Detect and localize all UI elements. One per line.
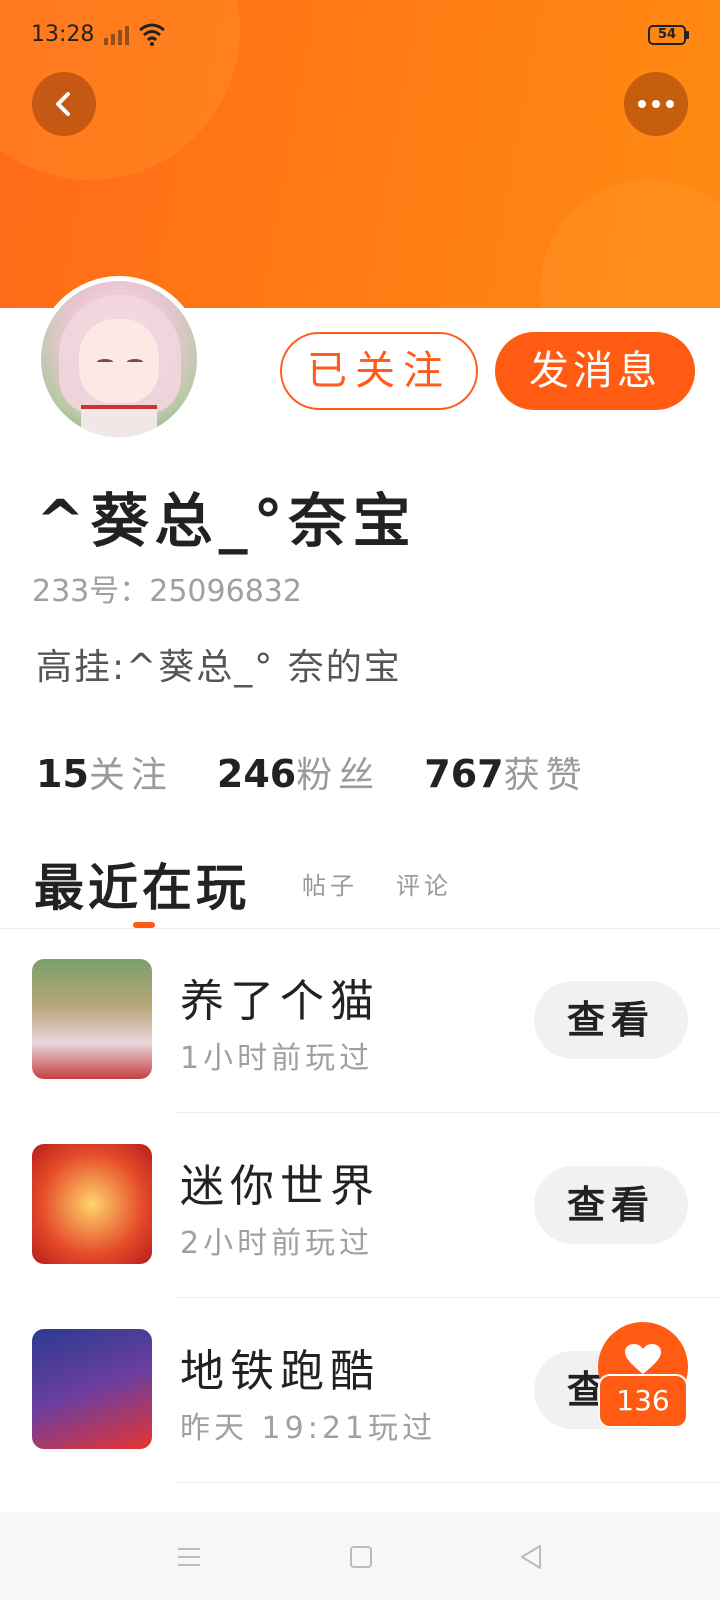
game-last-played: 昨天 19:21玩过 [180, 1411, 436, 1446]
back-button[interactable] [32, 72, 96, 136]
stat-label: 获赞 [503, 755, 588, 796]
stat-value: 15 [36, 752, 89, 796]
back-triangle-icon[interactable] [516, 1542, 546, 1572]
game-title: 迷你世界 [180, 1161, 380, 1212]
status-time: 13:28 [31, 22, 95, 47]
more-options-button[interactable] [624, 72, 688, 136]
list-item[interactable]: 养了个猫 1小时前玩过 查看 [0, 929, 720, 1113]
avatar-collar [81, 405, 157, 437]
home-square-icon[interactable] [346, 1542, 376, 1572]
game-title: 地铁跑酷 [180, 1346, 380, 1397]
following-button[interactable]: 已关注 [280, 332, 478, 410]
stat-following[interactable]: 15关注 [36, 746, 173, 798]
game-mini-world-icon [32, 1144, 152, 1264]
more-dots-icon [638, 100, 674, 108]
avatar[interactable] [36, 276, 202, 442]
user-name: ^葵总_°奈宝 [36, 487, 417, 555]
stat-label: 粉丝 [296, 755, 381, 796]
user-id: 233号：25096832 [32, 574, 302, 609]
tab-recently-played[interactable]: 最近在玩 [34, 848, 250, 920]
chevron-left-icon [56, 92, 70, 116]
list-item[interactable]: 迷你世界 2小时前玩过 查看 [0, 1114, 720, 1298]
divider [176, 1112, 720, 1113]
wifi-icon [139, 23, 165, 46]
header-decoration [540, 180, 720, 308]
game-last-played: 1小时前玩过 [180, 1041, 374, 1076]
game-cat-icon [32, 959, 152, 1079]
stat-value: 246 [216, 752, 297, 796]
system-navigation-bar [0, 1512, 720, 1600]
stat-label: 关注 [88, 755, 173, 796]
stat-likes[interactable]: 767获赞 [424, 746, 587, 798]
like-count-badge[interactable]: 136 [598, 1374, 688, 1428]
status-bar: 13:28 54 [0, 0, 720, 72]
send-message-button[interactable]: 发消息 [495, 332, 695, 410]
battery-icon: 54 [648, 25, 690, 45]
avatar-eye [127, 359, 143, 365]
stat-value: 767 [424, 752, 504, 796]
profile-stats: 15关注 246粉丝 767获赞 [36, 746, 588, 798]
stat-followers[interactable]: 246粉丝 [217, 746, 380, 798]
avatar-image [41, 281, 197, 437]
user-bio: 高挂:^葵总_° 奈的宝 [36, 647, 402, 688]
view-button[interactable]: 查看 [534, 981, 688, 1059]
battery-level: 54 [657, 27, 677, 42]
divider [176, 1482, 720, 1483]
game-subway-icon [32, 1329, 152, 1449]
menu-icon[interactable] [174, 1542, 204, 1572]
heart-icon [625, 1344, 661, 1374]
game-last-played: 2小时前玩过 [180, 1226, 374, 1261]
view-button[interactable]: 查看 [534, 1166, 688, 1244]
avatar-eye [97, 359, 113, 365]
tab-posts[interactable]: 帖子 [302, 866, 358, 901]
signal-icon [104, 26, 129, 45]
avatar-face [79, 319, 159, 403]
tab-comments[interactable]: 评论 [396, 866, 452, 901]
divider [176, 1297, 720, 1298]
game-title: 养了个猫 [180, 976, 380, 1027]
